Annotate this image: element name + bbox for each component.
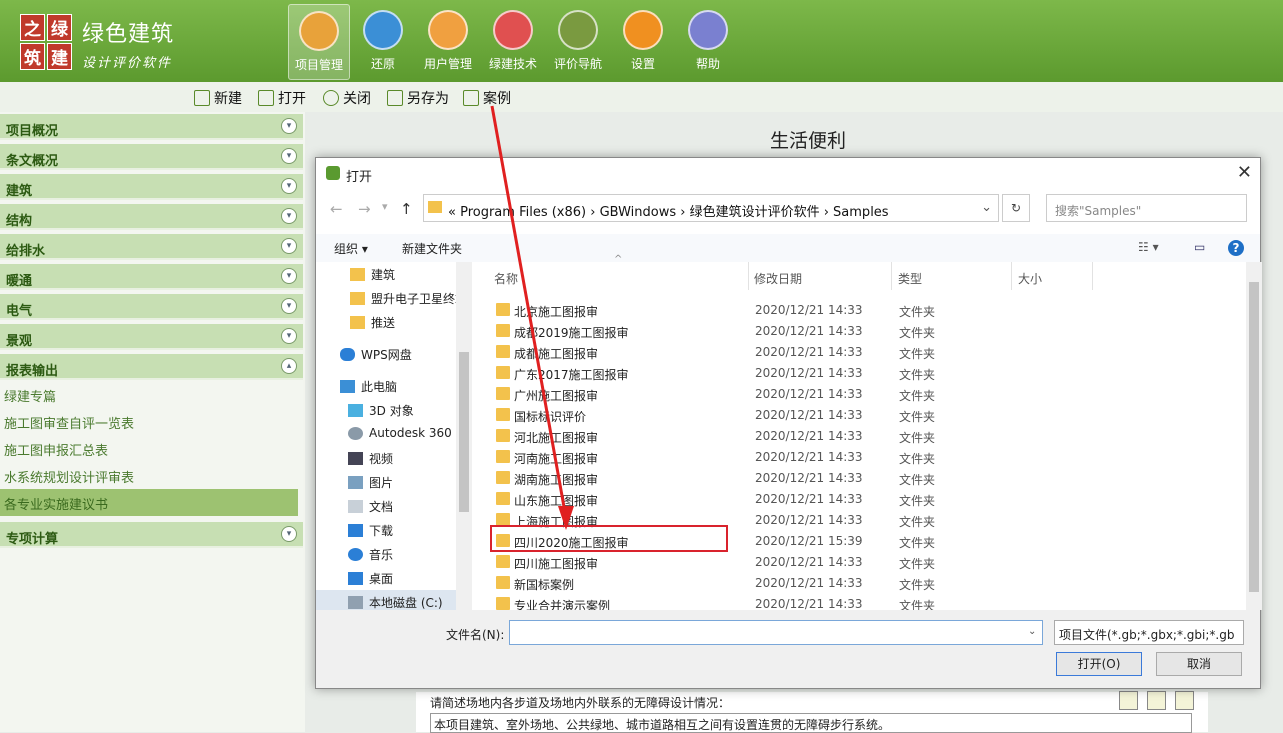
annotation-arrow <box>490 105 574 530</box>
arrow-line <box>490 105 568 519</box>
arrow-head <box>558 506 574 530</box>
